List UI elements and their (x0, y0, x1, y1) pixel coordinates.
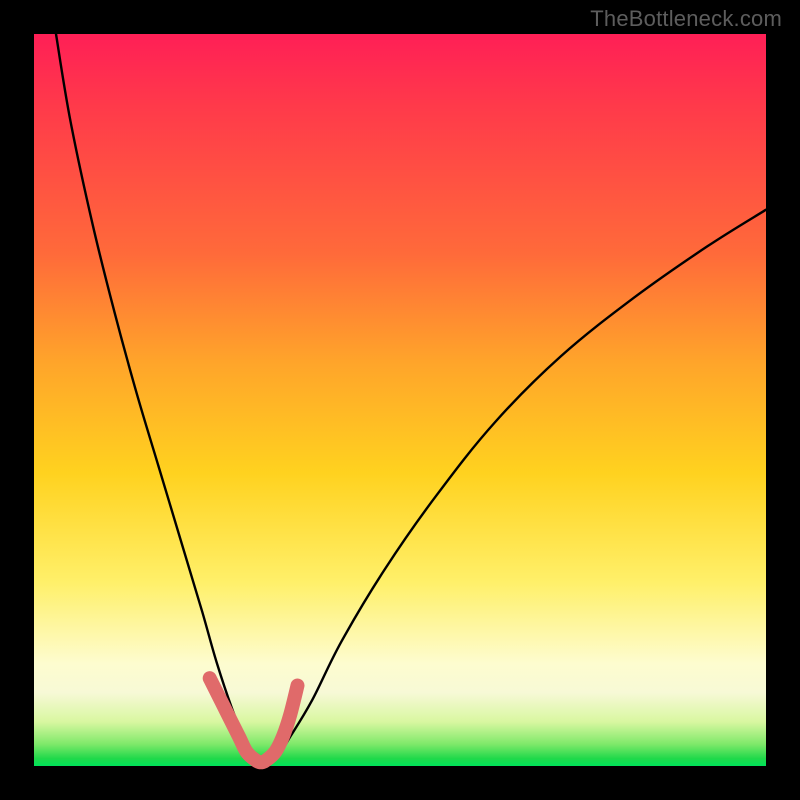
plot-area (34, 34, 766, 766)
watermark-text: TheBottleneck.com (590, 6, 782, 32)
bottleneck-curve (56, 34, 766, 762)
highlight-zone (210, 678, 298, 762)
chart-frame: TheBottleneck.com (0, 0, 800, 800)
curve-svg (34, 34, 766, 766)
